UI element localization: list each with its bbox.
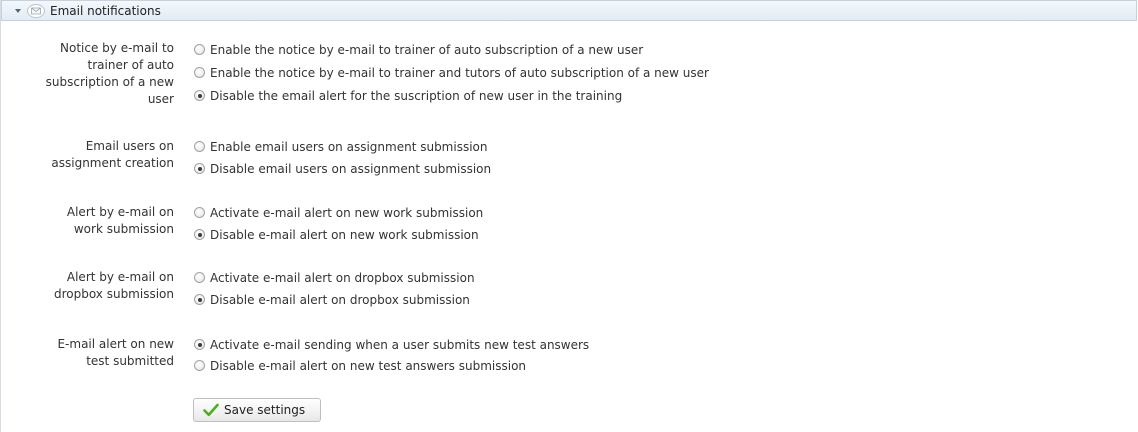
radio-option[interactable]: Enable email users on assignment submiss… [194,138,488,155]
radio-option-label: Disable email users on assignment submis… [210,161,492,176]
radio-button[interactable] [194,44,205,55]
radio-button[interactable] [194,90,205,101]
panel-title: Email notifications [50,3,161,18]
save-settings-label: Save settings [224,403,306,417]
radio-button[interactable] [194,229,205,240]
radio-option[interactable]: Disable e-mail alert on dropbox submissi… [194,291,470,308]
setting-label-line: dropbox submission [53,287,174,301]
setting-label: Notice by e-mail to trainer of auto subs… [1,40,174,108]
radio-option-label: Enable the notice by e-mail to trainer a… [210,65,709,80]
radio-option-label: Disable the email alert for the suscript… [210,88,623,103]
radio-option[interactable]: Enable the notice by e-mail to trainer o… [194,41,643,58]
radio-option-label: Disable e-mail alert on new work submiss… [210,227,479,242]
setting-label: Alert by e-mail on work submission [1,204,174,238]
setting-label-line: test submitted [86,354,174,368]
setting-label-line: trainer of auto [87,58,174,72]
setting-label-line: Email users on [85,139,174,153]
setting-label: E-mail alert on new test submitted [1,336,174,370]
setting-label-line: user [147,92,174,106]
radio-button[interactable] [194,207,205,218]
setting-label: Email users on assignment creation [1,138,174,172]
radio-button[interactable] [194,163,205,174]
radio-option[interactable]: Disable the email alert for the suscript… [194,87,622,104]
radio-option-label: Enable email users on assignment submiss… [210,139,488,154]
radio-button[interactable] [194,339,205,350]
radio-option-label: Activate e-mail alert on dropbox submiss… [210,270,475,285]
radio-button[interactable] [194,294,205,305]
setting-label-line: work submission [73,222,174,236]
setting-label: Alert by e-mail on dropbox submission [1,269,174,303]
radio-option[interactable]: Activate e-mail alert on dropbox submiss… [194,269,475,286]
setting-label-line: assignment creation [51,156,174,170]
setting-label-line: subscription of a new [45,75,174,89]
radio-option[interactable]: Activate e-mail alert on new work submis… [194,204,483,221]
radio-option[interactable]: Disable e-mail alert on new work submiss… [194,226,479,243]
setting-label-line: Alert by e-mail on [66,205,174,219]
radio-option[interactable]: Enable the notice by e-mail to trainer a… [194,64,709,81]
setting-label-line: Alert by e-mail on [66,270,174,284]
radio-option[interactable]: Disable email users on assignment submis… [194,160,491,177]
radio-button[interactable] [194,67,205,78]
setting-label-line: E-mail alert on new [57,337,174,351]
radio-option-label: Disable e-mail alert on new test answers… [210,358,527,373]
chevron-down-icon[interactable] [15,8,21,13]
setting-label-line: Notice by e-mail to [60,41,174,55]
radio-option-label: Disable e-mail alert on dropbox submissi… [210,292,470,307]
radio-option-label: Activate e-mail sending when a user subm… [210,337,590,352]
radio-option-label: Enable the notice by e-mail to trainer o… [210,42,644,57]
radio-option[interactable]: Disable e-mail alert on new test answers… [194,357,526,374]
radio-button[interactable] [194,141,205,152]
panel-header[interactable]: Email notifications [1,0,1137,21]
email-notifications-panel: Email notifications Notice by e-mail to … [0,0,1137,432]
radio-option[interactable]: Activate e-mail sending when a user subm… [194,336,589,353]
checkmark-icon [203,403,219,417]
envelope-icon [27,3,45,18]
radio-button[interactable] [194,272,205,283]
radio-option-label: Activate e-mail alert on new work submis… [210,205,484,220]
radio-button[interactable] [194,360,205,371]
save-settings-button[interactable]: Save settings [193,398,321,422]
